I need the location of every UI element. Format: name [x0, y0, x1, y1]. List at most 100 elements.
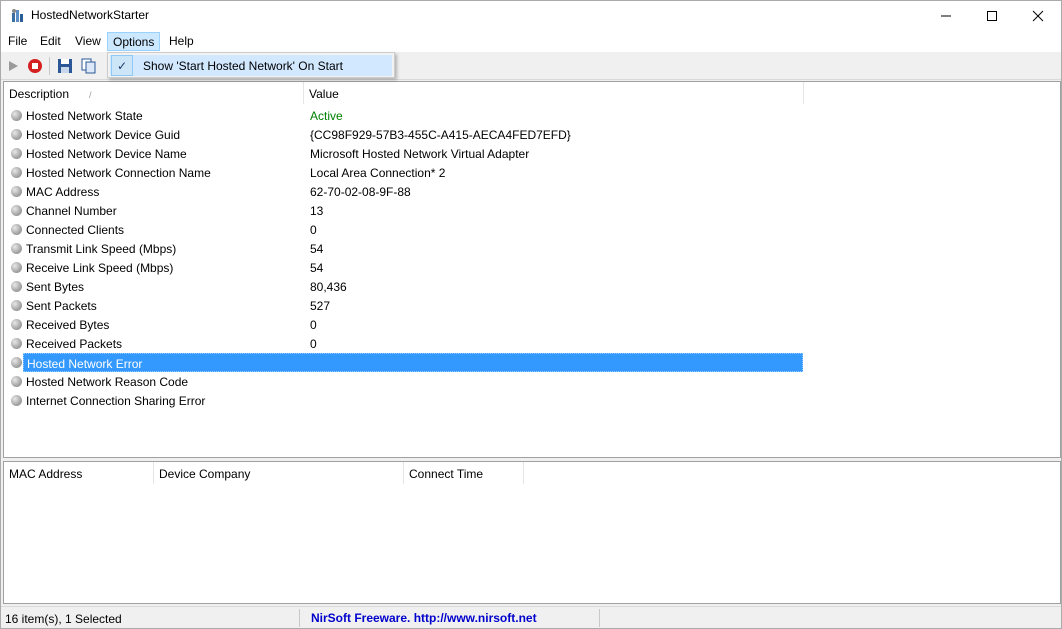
table-row[interactable]: Hosted Network Device Guid {CC98F929-57B3… — [4, 125, 804, 144]
maximize-button[interactable] — [969, 1, 1015, 31]
status-bullet-icon — [11, 205, 22, 216]
status-bullet-icon — [11, 319, 22, 330]
menu-view[interactable]: View — [70, 32, 106, 51]
status-bullet-icon — [11, 148, 22, 159]
title-bar[interactable]: HostedNetworkStarter — [1, 1, 1061, 31]
row-value: 0 — [310, 337, 317, 351]
row-value: 80,436 — [310, 280, 347, 294]
minimize-icon — [941, 15, 951, 17]
row-value: 0 — [310, 318, 317, 332]
save-icon — [58, 59, 72, 73]
menu-edit[interactable]: Edit — [35, 32, 66, 51]
row-value: 0 — [310, 223, 317, 237]
show-start-hosted-network-option[interactable]: ✓ Show 'Start Hosted Network' On Start — [110, 55, 392, 76]
play-icon — [9, 61, 18, 71]
column-header-mac-address[interactable]: MAC Address — [4, 462, 154, 484]
table-row[interactable]: Hosted Network Reason Code — [4, 372, 804, 391]
table-row[interactable]: Connected Clients 0 — [4, 220, 804, 239]
status-bullet-icon — [11, 129, 22, 140]
status-bullet-icon — [11, 186, 22, 197]
table-row[interactable]: Hosted Network State Active — [4, 106, 804, 125]
menu-file[interactable]: File — [3, 32, 32, 51]
minimize-button[interactable] — [923, 1, 969, 31]
table-row[interactable]: Internet Connection Sharing Error — [4, 391, 804, 410]
table-row[interactable]: MAC Address 62-70-02-08-9F-88 — [4, 182, 804, 201]
row-description: MAC Address — [26, 185, 100, 199]
toolbar-separator — [49, 57, 50, 75]
row-value: 62-70-02-08-9F-88 — [310, 185, 411, 199]
row-value: 527 — [310, 299, 331, 313]
status-bullet-icon — [11, 376, 22, 387]
row-value: Local Area Connection* 2 — [310, 166, 446, 180]
options-dropdown: ✓ Show 'Start Hosted Network' On Start — [107, 52, 395, 78]
row-description: Hosted Network Reason Code — [26, 375, 189, 389]
status-bar: 16 item(s), 1 Selected NirSoft Freeware.… — [1, 606, 1061, 628]
menu-bar: File Edit View Options Help — [1, 31, 1061, 52]
row-description: Received Packets — [26, 337, 123, 351]
column-header-description[interactable]: Description / — [4, 82, 304, 104]
table-row[interactable]: Transmit Link Speed (Mbps) 54 — [4, 239, 804, 258]
stop-button[interactable] — [25, 56, 45, 76]
properties-list[interactable]: Description / Value Hosted Network State A… — [3, 81, 1061, 458]
copy-button[interactable] — [79, 56, 99, 76]
row-description: Sent Packets — [26, 299, 97, 313]
status-bullet-icon — [11, 338, 22, 349]
properties-header: Description / Value — [4, 82, 1060, 104]
row-description: Hosted Network State — [26, 109, 143, 123]
column-header-connect-time[interactable]: Connect Time — [404, 462, 524, 484]
table-row[interactable]: Received Packets 0 — [4, 334, 804, 353]
status-bullet-icon — [11, 110, 22, 121]
row-value: 54 — [310, 261, 324, 275]
table-row[interactable]: Hosted Network Connection Name Local Area… — [4, 163, 804, 182]
row-value: 13 — [310, 204, 324, 218]
save-button[interactable] — [55, 56, 75, 76]
column-header-device-company[interactable]: Device Company — [154, 462, 404, 484]
table-row[interactable]: Received Bytes 0 — [4, 315, 804, 334]
table-row[interactable]: Channel Number 13 — [4, 201, 804, 220]
dropdown-item-label: Show 'Start Hosted Network' On Start — [143, 59, 343, 73]
close-icon — [1032, 10, 1044, 22]
status-separator — [299, 609, 300, 627]
sort-ascending-icon: / — [89, 90, 92, 100]
row-description: Hosted Network Device Name — [26, 147, 187, 161]
item-count: 16 item(s), 1 Selected — [5, 612, 122, 626]
row-description: Hosted Network Error — [23, 353, 803, 372]
start-button[interactable] — [3, 56, 23, 76]
row-description: Internet Connection Sharing Error — [26, 394, 206, 408]
status-bullet-icon — [11, 167, 22, 178]
copy-icon — [81, 58, 96, 74]
row-value: {CC98F929-57B3-455C-A415-AECA4FED7EFD} — [310, 128, 571, 142]
status-bullet-icon — [11, 262, 22, 273]
table-row[interactable]: Receive Link Speed (Mbps) 54 — [4, 258, 804, 277]
table-row[interactable]: Sent Bytes 80,436 — [4, 277, 804, 296]
table-row[interactable]: Sent Packets 527 — [4, 296, 804, 315]
close-button[interactable] — [1015, 1, 1061, 31]
menu-help[interactable]: Help — [164, 32, 199, 51]
column-header-value[interactable]: Value — [304, 82, 804, 104]
row-value: Microsoft Hosted Network Virtual Adapter — [310, 147, 530, 161]
row-description: Transmit Link Speed (Mbps) — [26, 242, 177, 256]
nirsoft-link[interactable]: NirSoft Freeware. http://www.nirsoft.net — [311, 611, 537, 625]
status-bullet-icon — [11, 224, 22, 235]
status-separator — [599, 609, 600, 627]
table-row[interactable]: Hosted Network Device Name Microsoft Host… — [4, 144, 804, 163]
menu-options[interactable]: Options — [107, 32, 161, 51]
clients-list[interactable]: MAC Address Device Company Connect Time — [3, 461, 1061, 604]
maximize-icon — [987, 11, 997, 21]
stop-icon — [28, 59, 42, 73]
row-description: Receive Link Speed (Mbps) — [26, 261, 174, 275]
row-value: Active — [310, 109, 343, 123]
row-description: Sent Bytes — [26, 280, 85, 294]
table-row[interactable]: Hosted Network Error — [4, 353, 804, 372]
status-bullet-icon — [11, 243, 22, 254]
column-header-label: Description — [9, 87, 70, 101]
status-bullet-icon — [11, 357, 22, 368]
status-bullet-icon — [11, 281, 22, 292]
row-description: Hosted Network Device Guid — [26, 128, 181, 142]
clients-header: MAC Address Device Company Connect Time — [4, 462, 1060, 484]
row-description: Channel Number — [26, 204, 117, 218]
row-value: 54 — [310, 242, 324, 256]
window-title: HostedNetworkStarter — [31, 8, 150, 22]
app-window: HostedNetworkStarter File Edit View Opti… — [0, 0, 1062, 629]
row-description: Hosted Network Connection Name — [26, 166, 211, 180]
